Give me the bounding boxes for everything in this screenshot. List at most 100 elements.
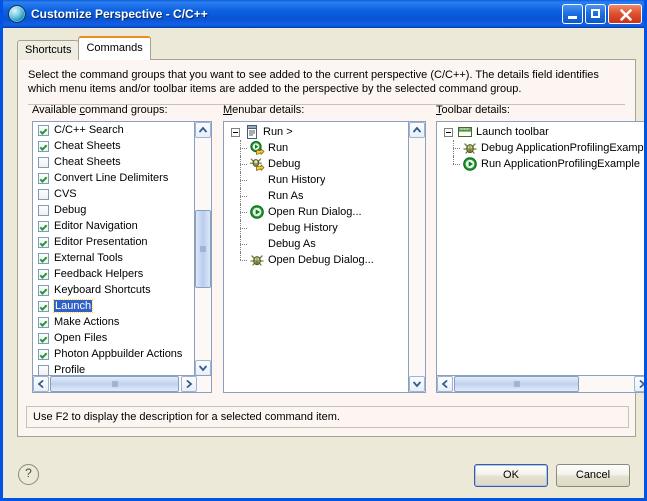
command-group-label: Editor Presentation xyxy=(54,236,148,248)
tree-item-row[interactable]: Debug ApplicationProfilingExample xyxy=(437,140,647,156)
toolbar-details-tree[interactable]: Launch toolbar Debug ApplicationProfiling… xyxy=(436,121,647,393)
command-group-checkbox[interactable] xyxy=(38,317,49,328)
command-group-row[interactable]: Launch xyxy=(33,298,195,314)
chevron-left-icon xyxy=(34,377,48,391)
command-group-row[interactable]: Convert Line Delimiters xyxy=(33,170,195,186)
command-group-label: Cheat Sheets xyxy=(54,156,121,168)
command-group-row[interactable]: Profile xyxy=(33,362,195,376)
available-groups-vscrollbar[interactable] xyxy=(194,122,211,376)
command-group-checkbox[interactable] xyxy=(38,349,49,360)
tree-item-row[interactable]: Run History xyxy=(224,172,408,188)
details-columns: Available command groups: C/C++ SearchCh… xyxy=(18,104,635,394)
toolbar-icon xyxy=(457,124,473,140)
command-group-checkbox[interactable] xyxy=(38,237,49,248)
scroll-down-button[interactable] xyxy=(195,360,211,376)
grip-icon xyxy=(199,245,207,253)
vscroll-thumb[interactable] xyxy=(195,210,211,288)
scroll-left-button[interactable] xyxy=(437,376,453,392)
command-group-label: Launch xyxy=(54,300,92,312)
command-group-checkbox[interactable] xyxy=(38,333,49,344)
available-groups-listbox[interactable]: C/C++ SearchCheat SheetsCheat SheetsConv… xyxy=(32,121,212,393)
command-group-checkbox[interactable] xyxy=(38,141,49,152)
tab-strip: Shortcuts Commands xyxy=(17,38,150,60)
command-group-checkbox[interactable] xyxy=(38,157,49,168)
command-group-checkbox[interactable] xyxy=(38,285,49,296)
tree-item-row[interactable]: Debug History xyxy=(224,220,408,236)
status-hint-text: Use F2 to display the description for a … xyxy=(26,406,629,428)
command-group-row[interactable]: CVS xyxy=(33,186,195,202)
menubar-details-tree[interactable]: Run >RunDebugRun HistoryRun As Open Run D… xyxy=(223,121,426,393)
help-button[interactable]: ? xyxy=(18,464,39,485)
menubar-vscrollbar[interactable] xyxy=(408,122,425,392)
command-group-checkbox[interactable] xyxy=(38,269,49,280)
run-icon xyxy=(249,204,265,220)
hscroll-thumb[interactable] xyxy=(50,376,179,392)
close-button[interactable] xyxy=(608,4,642,24)
available-groups-hscrollbar[interactable] xyxy=(33,375,211,392)
command-group-label: CVS xyxy=(54,188,77,200)
no-icon xyxy=(249,172,265,188)
toolbar-hscrollbar[interactable] xyxy=(437,375,647,392)
scroll-right-button[interactable] xyxy=(181,376,197,392)
chevron-down-icon xyxy=(410,377,424,391)
tree-item-row[interactable]: Debug xyxy=(224,156,408,172)
tree-item-row[interactable]: Open Run Dialog... xyxy=(224,204,408,220)
menubar-details-column: Menubar details: Run >RunDebugRun Histor… xyxy=(223,104,426,393)
collapse-expander-icon[interactable] xyxy=(444,128,453,137)
command-group-checkbox[interactable] xyxy=(38,301,49,312)
debug-icon xyxy=(462,140,478,156)
hscroll-thumb[interactable] xyxy=(454,376,579,392)
command-group-row[interactable]: Cheat Sheets xyxy=(33,154,195,170)
command-group-row[interactable]: Open Files xyxy=(33,330,195,346)
scroll-left-button[interactable] xyxy=(33,376,49,392)
command-group-row[interactable]: Editor Presentation xyxy=(33,234,195,250)
tree-root-row[interactable]: Launch toolbar xyxy=(437,124,647,140)
command-group-row[interactable]: Feedback Helpers xyxy=(33,266,195,282)
tree-item-label: Open Run Dialog... xyxy=(268,206,362,218)
tab-shortcuts[interactable]: Shortcuts xyxy=(17,40,79,60)
scroll-up-button[interactable] xyxy=(195,122,211,138)
ok-button[interactable]: OK xyxy=(474,464,548,487)
chevron-right-icon xyxy=(182,377,196,391)
tree-item-row[interactable]: Open Debug Dialog... xyxy=(224,252,408,268)
command-group-checkbox[interactable] xyxy=(38,189,49,200)
command-group-row[interactable]: Photon Appbuilder Actions xyxy=(33,346,195,362)
minimize-button[interactable] xyxy=(562,4,583,24)
tree-root-label: Launch toolbar xyxy=(476,126,549,138)
command-group-checkbox[interactable] xyxy=(38,221,49,232)
command-group-checkbox[interactable] xyxy=(38,125,49,136)
tree-item-row[interactable]: Run ApplicationProfilingExample xyxy=(437,156,647,172)
tree-item-label: Debug ApplicationProfilingExample xyxy=(481,142,647,154)
command-group-row[interactable]: Cheat Sheets xyxy=(33,138,195,154)
command-group-checkbox[interactable] xyxy=(38,173,49,184)
tree-item-row[interactable]: Debug As xyxy=(224,236,408,252)
run-icon xyxy=(462,156,478,172)
tree-item-row[interactable]: Run xyxy=(224,140,408,156)
run-icon xyxy=(249,204,265,220)
command-group-row[interactable]: Keyboard Shortcuts xyxy=(33,282,195,298)
tree-item-label: Run ApplicationProfilingExample xyxy=(481,158,640,170)
command-group-checkbox[interactable] xyxy=(38,365,49,376)
scroll-up-button[interactable] xyxy=(409,122,425,138)
tab-commands[interactable]: Commands xyxy=(78,36,150,60)
scroll-down-button[interactable] xyxy=(409,376,425,392)
run-shortcut-icon xyxy=(249,140,265,156)
debug-shortcut-icon xyxy=(249,156,265,172)
tree-item-row[interactable]: Run As xyxy=(224,188,408,204)
command-group-row[interactable]: C/C++ Search xyxy=(33,122,195,138)
command-group-row[interactable]: External Tools xyxy=(33,250,195,266)
command-group-checkbox[interactable] xyxy=(38,205,49,216)
command-group-row[interactable]: Editor Navigation xyxy=(33,218,195,234)
scroll-right-button[interactable] xyxy=(634,376,647,392)
cancel-button[interactable]: Cancel xyxy=(556,464,630,487)
collapse-expander-icon[interactable] xyxy=(231,128,240,137)
command-group-row[interactable]: Make Actions xyxy=(33,314,195,330)
command-group-label: Debug xyxy=(54,204,86,216)
command-group-row[interactable]: Debug xyxy=(33,202,195,218)
no-icon xyxy=(249,188,265,204)
run-shortcut-icon xyxy=(249,140,265,156)
command-group-checkbox[interactable] xyxy=(38,253,49,264)
maximize-button[interactable] xyxy=(585,4,606,24)
chevron-up-icon xyxy=(410,123,424,137)
tree-root-row[interactable]: Run > xyxy=(224,124,408,140)
